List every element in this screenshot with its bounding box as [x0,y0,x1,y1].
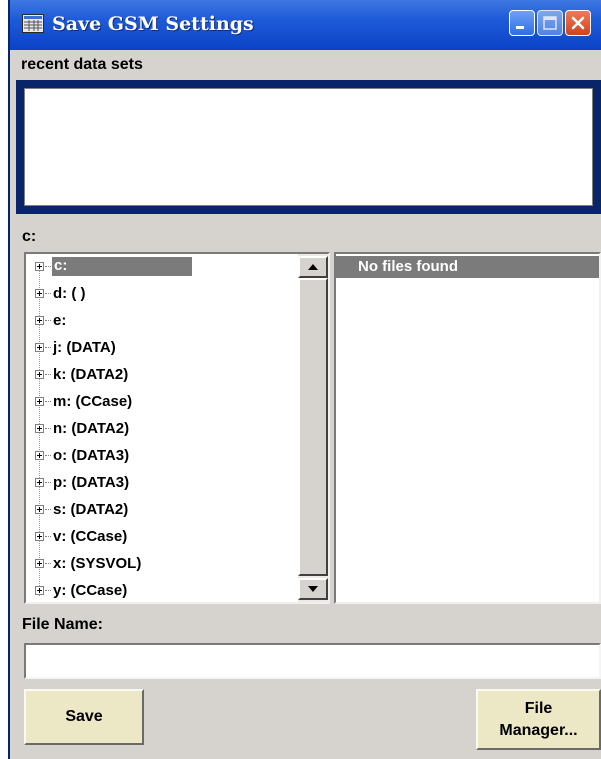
expand-icon[interactable] [35,397,44,406]
file-manager-label-line2: Manager... [499,721,578,739]
tree-item-d[interactable]: d: ( ) [26,283,298,305]
file-manager-label-line1: File [524,699,553,717]
expand-icon[interactable] [35,451,44,460]
save-button[interactable]: Save [24,689,144,745]
tree-item-c[interactable]: c: [26,256,298,278]
save-gsm-settings-window: Save GSM Settings recent data sets c: c:… [8,0,601,759]
recent-data-sets-label: recent data sets [21,56,143,73]
tree-scrollbar[interactable] [298,254,328,602]
tree-connector [45,428,51,429]
expand-icon[interactable] [35,478,44,487]
save-button-label: Save [65,708,103,725]
minimize-icon [516,26,524,29]
tree-item-label: k: (DATA2) [53,366,129,383]
tree-connector [45,482,51,483]
tree-item-y[interactable]: y: (CCase) [26,580,298,602]
tree-item-j[interactable]: j: (DATA) [26,337,298,359]
file-manager-button[interactable]: File Manager... [476,689,601,750]
expand-icon[interactable] [35,505,44,514]
tree-item-x[interactable]: x: (SYSVOL) [26,553,298,575]
tree-item-label: m: (CCase) [53,393,133,410]
directory-tree[interactable]: c: d: ( ) e: j: (DATA) k: (DATA2) m: (CC… [24,252,330,604]
tree-item-s[interactable]: s: (DATA2) [26,499,298,521]
tree-item-label: n: (DATA2) [53,420,130,437]
tree-item-label: p: (DATA3) [53,474,130,491]
tree-connector [45,455,51,456]
tree-item-p[interactable]: p: (DATA3) [26,472,298,494]
tree-connector [45,320,51,321]
tree-connector [45,590,51,591]
minimize-button[interactable] [509,10,535,36]
tree-item-label: s: (DATA2) [53,501,129,518]
recent-data-sets-frame [16,80,601,214]
tree-item-e[interactable]: e: [26,310,298,332]
file-list-header: No files found [336,256,599,278]
scroll-up-button[interactable] [298,256,328,278]
file-name-label: File Name: [22,616,103,633]
tree-connector [45,509,51,510]
expand-icon[interactable] [35,586,44,595]
no-files-message: No files found [358,258,458,275]
tree-connector [45,563,51,564]
tree-connector [45,293,51,294]
arrow-down-icon [308,586,318,592]
title-bar[interactable]: Save GSM Settings [10,0,601,50]
tree-item-label: o: (DATA3) [53,447,130,464]
tree-connector [45,536,51,537]
tree-item-m[interactable]: m: (CCase) [26,391,298,413]
close-icon [571,16,585,30]
file-name-input[interactable] [24,643,601,679]
dialog-grid-icon [22,14,44,33]
expand-icon[interactable] [35,343,44,352]
tree-connector [45,374,51,375]
scroll-down-button[interactable] [298,578,328,600]
recent-data-sets-list[interactable] [24,88,593,206]
tree-item-n[interactable]: n: (DATA2) [26,418,298,440]
expand-icon[interactable] [35,370,44,379]
tree-item-label: d: ( ) [53,285,86,302]
tree-item-label: c: [52,257,192,276]
tree-item-o[interactable]: o: (DATA3) [26,445,298,467]
tree-item-label: y: (CCase) [53,582,128,599]
tree-connector [45,266,51,267]
maximize-icon [543,16,557,30]
expand-icon[interactable] [35,289,44,298]
maximize-button[interactable] [537,10,563,36]
scroll-thumb[interactable] [298,278,328,576]
expand-icon[interactable] [35,559,44,568]
file-list[interactable]: No files found [334,252,601,604]
current-path-label: c: [22,228,37,245]
tree-item-label: v: (CCase) [53,528,128,545]
expand-icon[interactable] [35,424,44,433]
tree-item-label: x: (SYSVOL) [53,555,142,572]
tree-item-v[interactable]: v: (CCase) [26,526,298,548]
tree-connector [45,347,51,348]
window-title: Save GSM Settings [52,13,254,35]
tree-item-k[interactable]: k: (DATA2) [26,364,298,386]
expand-icon[interactable] [35,262,44,271]
close-button[interactable] [565,10,591,36]
expand-icon[interactable] [35,532,44,541]
expand-icon[interactable] [35,316,44,325]
tree-item-label: j: (DATA) [53,339,116,356]
tree-item-label: e: [53,312,67,329]
arrow-up-icon [308,264,318,270]
tree-connector [45,401,51,402]
directory-tree-list[interactable]: c: d: ( ) e: j: (DATA) k: (DATA2) m: (CC… [26,254,298,602]
